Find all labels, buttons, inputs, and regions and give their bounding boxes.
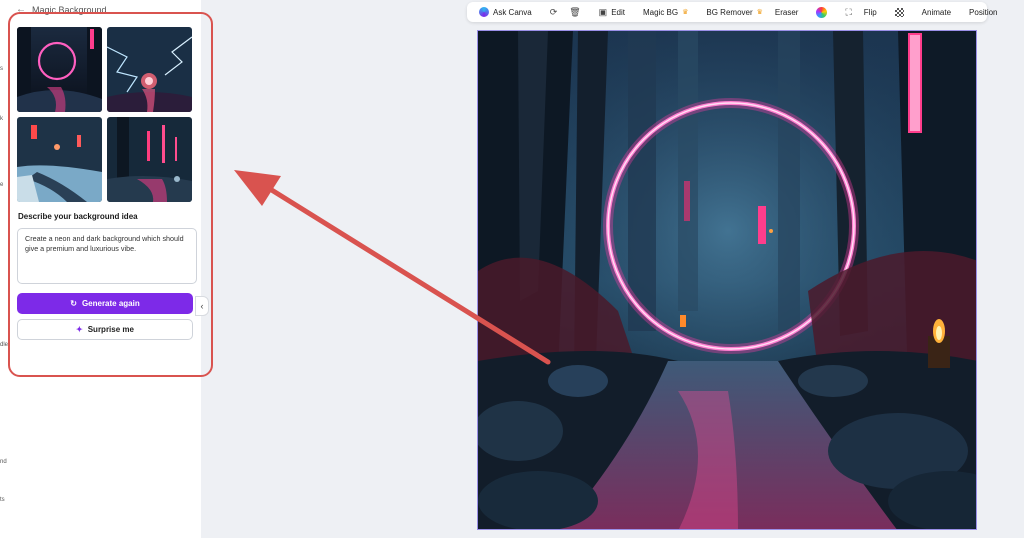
surprise-me-label: Surprise me <box>87 325 134 334</box>
collapse-panel-button[interactable]: ‹ <box>195 296 209 316</box>
neon-forest-image <box>478 31 976 529</box>
ask-canva-button[interactable]: Ask Canva <box>473 7 538 17</box>
magic-background-panel: ← Magic Background Describe your backgro… <box>8 0 201 538</box>
prompt-input[interactable]: Create a neon and dark background which … <box>17 228 197 284</box>
color-wheel-icon <box>816 6 828 18</box>
animate-label: Animate <box>921 7 952 17</box>
background-thumbnail[interactable] <box>107 27 192 112</box>
thumbnail-grid <box>17 27 193 202</box>
background-thumbnail[interactable] <box>17 117 102 202</box>
rail-fragment: e <box>0 182 4 188</box>
sparkle-icon: ✦ <box>76 325 83 334</box>
flip-label: Flip <box>863 7 877 17</box>
surprise-me-button[interactable]: ✦ Surprise me <box>17 319 193 340</box>
edit-label: Edit <box>611 7 625 17</box>
crown-icon: ♛ <box>682 9 689 16</box>
position-button[interactable]: Position <box>963 8 1003 17</box>
ask-canva-label: Ask Canva <box>493 7 532 17</box>
bg-remover-label: BG Remover <box>706 7 753 17</box>
crown-icon: ♛ <box>756 9 763 16</box>
transparency-icon <box>894 7 904 17</box>
rail-fragment: nd <box>0 459 7 465</box>
rail-fragment: dle <box>0 342 9 348</box>
background-thumbnail[interactable] <box>107 117 192 202</box>
position-label: Position <box>969 7 998 17</box>
flip-button[interactable]: Flip <box>858 8 883 17</box>
back-arrow-icon[interactable]: ← <box>16 4 26 15</box>
refresh-icon: ↻ <box>70 299 77 308</box>
magic-bg-label: Magic BG <box>642 7 679 17</box>
generate-again-label: Generate again <box>81 299 140 308</box>
rail-fragment: s <box>0 66 3 72</box>
rail-fragment: k <box>0 116 3 122</box>
image-edit-icon: ▣ <box>598 6 608 17</box>
chevron-left-icon: ‹ <box>200 301 204 311</box>
edit-button[interactable]: ▣ Edit <box>593 7 631 18</box>
magic-bg-button[interactable]: Magic BG ♛ <box>637 8 694 17</box>
delete-button[interactable]: 🗑 <box>563 7 586 18</box>
eraser-label: Eraser <box>774 7 799 17</box>
sync-button[interactable]: ⟳ <box>544 7 564 18</box>
context-toolbar: Ask Canva ⟳ 🗑 ▣ Edit Magic BG ♛ BG Remov… <box>467 2 998 22</box>
ask-canva-icon <box>479 7 489 17</box>
crop-icon: ⛶ <box>845 6 852 17</box>
trash-icon: 🗑 <box>569 6 581 17</box>
rail-fragment: ts <box>0 497 5 503</box>
color-button[interactable] <box>810 6 833 18</box>
panel-header: ← Magic Background <box>16 4 107 15</box>
bg-remover-button[interactable]: BG Remover ♛ <box>700 8 769 17</box>
transparency-button[interactable] <box>889 7 910 17</box>
sync-icon: ⟳ <box>549 6 558 17</box>
design-canvas[interactable] <box>477 30 977 530</box>
crop-button[interactable]: ⛶ <box>839 7 857 18</box>
panel-title: Magic Background <box>32 4 107 15</box>
animate-button[interactable]: Animate <box>916 8 957 17</box>
generate-again-button[interactable]: ↻ Generate again <box>17 293 193 314</box>
eraser-button[interactable]: Eraser <box>769 8 805 17</box>
left-rail: s k e dle nd ts <box>0 0 8 538</box>
prompt-label: Describe your background idea <box>18 212 138 221</box>
background-thumbnail[interactable] <box>17 27 102 112</box>
